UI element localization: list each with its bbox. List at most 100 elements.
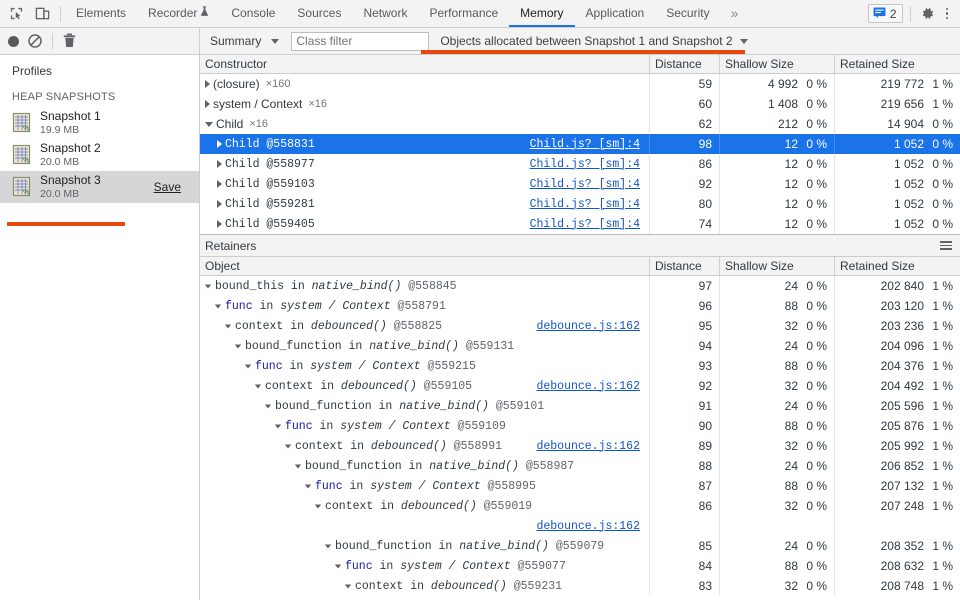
chevron-right-icon[interactable] — [217, 180, 222, 188]
table-row[interactable]: Child @559405Child.js? [sm]:474120 %1 05… — [200, 214, 960, 234]
retainer-key: bound_function — [335, 540, 432, 553]
shallow-size-percent: 0 % — [798, 399, 834, 413]
issues-badge[interactable]: 2 — [868, 4, 903, 23]
table-row[interactable]: context in debounced() @558991debounce.j… — [200, 436, 960, 456]
tab-recorder[interactable]: Recorder — [137, 0, 220, 27]
source-link[interactable]: debounce.js:162 — [536, 440, 640, 453]
tab-console[interactable]: Console — [220, 0, 286, 27]
snapshot-item-3[interactable]: % Snapshot 3 20.0 MB Save — [0, 171, 199, 203]
no-entry-icon[interactable] — [28, 34, 42, 48]
tab-performance[interactable]: Performance — [418, 0, 509, 27]
table-row[interactable]: func in system / Context @55879196880 %2… — [200, 296, 960, 316]
column-header-shallow-size[interactable]: Shallow Size — [720, 55, 835, 73]
snapshot-item-2[interactable]: % Snapshot 2 20.0 MB — [0, 139, 199, 171]
more-vertical-icon[interactable] — [940, 8, 955, 20]
source-link[interactable]: debounce.js:162 — [536, 520, 640, 533]
chevron-down-icon[interactable] — [235, 344, 241, 348]
column-header-distance[interactable]: Distance — [650, 257, 720, 275]
tab-network[interactable]: Network — [352, 0, 418, 27]
snapshot-item-1[interactable]: % Snapshot 1 19.9 MB — [0, 107, 199, 139]
column-header-constructor[interactable]: Constructor — [200, 55, 650, 73]
tab-sources[interactable]: Sources — [286, 0, 352, 27]
more-tabs-button[interactable]: » — [721, 0, 749, 27]
chevron-down-icon[interactable] — [215, 304, 221, 308]
source-link[interactable]: debounce.js:162 — [536, 380, 640, 393]
class-filter-input[interactable] — [291, 32, 429, 51]
tab-elements[interactable]: Elements — [65, 0, 137, 27]
table-row[interactable]: system / Context×16601 4080 %219 6561 % — [200, 94, 960, 114]
table-row[interactable]: bound_function in native_bind() @5591319… — [200, 336, 960, 356]
chevron-right-icon[interactable] — [217, 160, 222, 168]
table-row[interactable]: bound_function in native_bind() @5591019… — [200, 396, 960, 416]
shallow-size-percent: 0 % — [798, 97, 834, 111]
chevron-down-icon[interactable] — [315, 504, 321, 508]
hamburger-icon[interactable] — [940, 241, 952, 250]
record-circle-icon[interactable] — [8, 36, 19, 47]
source-link[interactable]: debounce.js:162 — [536, 320, 640, 333]
table-row[interactable]: context in debounced() @55923183320 %208… — [200, 576, 960, 596]
table-row[interactable]: context in debounced() @559019debounce.j… — [200, 496, 960, 536]
source-link[interactable]: Child.js? [sm]:4 — [530, 158, 640, 171]
chevron-down-icon[interactable] — [345, 584, 351, 588]
save-snapshot-button[interactable]: Save — [154, 180, 191, 194]
chevron-down-icon[interactable] — [205, 284, 211, 288]
chevron-down-icon[interactable] — [285, 444, 291, 448]
tab-security[interactable]: Security — [655, 0, 720, 27]
source-link[interactable]: Child.js? [sm]:4 — [530, 138, 640, 151]
source-link[interactable]: Child.js? [sm]:4 — [530, 178, 640, 191]
table-row[interactable]: Child×16622120 %14 9040 % — [200, 114, 960, 134]
column-header-retained-size[interactable]: Retained Size — [835, 55, 960, 73]
table-row[interactable]: Child @558977Child.js? [sm]:486120 %1 05… — [200, 154, 960, 174]
view-mode-select[interactable]: Summary — [208, 34, 283, 48]
chevron-right-icon[interactable] — [217, 140, 222, 148]
constructor-grid-rows: (closure)×160594 9920 %219 7721 %system … — [200, 74, 960, 234]
table-row[interactable]: func in system / Context @55907784880 %2… — [200, 556, 960, 576]
chevron-down-icon[interactable] — [245, 364, 251, 368]
inspect-element-icon[interactable] — [6, 4, 26, 24]
chevron-down-icon[interactable] — [265, 404, 271, 408]
table-row[interactable]: func in system / Context @55899587880 %2… — [200, 476, 960, 496]
chevron-right-icon[interactable] — [217, 200, 222, 208]
source-link[interactable]: Child.js? [sm]:4 — [530, 198, 640, 211]
shallow-size-cell: 120 % — [720, 214, 835, 234]
table-row[interactable]: bound_function in native_bind() @5590798… — [200, 536, 960, 556]
table-row[interactable]: Child @559103Child.js? [sm]:492120 %1 05… — [200, 174, 960, 194]
chevron-down-icon[interactable] — [225, 324, 231, 328]
chevron-down-icon[interactable] — [325, 544, 331, 548]
trash-icon[interactable] — [63, 33, 77, 49]
source-link[interactable]: Child.js? [sm]:4 — [530, 218, 640, 231]
device-toolbar-icon[interactable] — [32, 4, 52, 24]
chevron-down-icon[interactable] — [305, 484, 311, 488]
table-row[interactable]: Child @559281Child.js? [sm]:480120 %1 05… — [200, 194, 960, 214]
table-row[interactable]: bound_function in native_bind() @5589878… — [200, 456, 960, 476]
column-header-distance[interactable]: Distance — [650, 55, 720, 73]
snapshot-range-select[interactable]: Objects allocated between Snapshot 1 and… — [440, 34, 747, 48]
table-row[interactable]: func in system / Context @55921593880 %2… — [200, 356, 960, 376]
chevron-down-icon[interactable] — [295, 464, 301, 468]
table-row[interactable]: bound_this in native_bind() @55884597240… — [200, 276, 960, 296]
chevron-down-icon[interactable] — [205, 122, 213, 127]
table-row[interactable]: context in debounced() @559105debounce.j… — [200, 376, 960, 396]
chevron-down-icon[interactable] — [275, 424, 281, 428]
object-cell: bound_function in native_bind() @559101 — [200, 396, 650, 416]
tab-application[interactable]: Application — [575, 0, 656, 27]
column-header-object[interactable]: Object — [200, 257, 650, 275]
chevron-right-icon[interactable] — [217, 220, 222, 228]
chevron-right-icon[interactable] — [205, 80, 210, 88]
table-row[interactable]: Child @558831Child.js? [sm]:498120 %1 05… — [200, 134, 960, 154]
column-header-retained-size[interactable]: Retained Size — [835, 257, 960, 275]
chevron-down-icon[interactable] — [255, 384, 261, 388]
table-row[interactable]: func in system / Context @55910990880 %2… — [200, 416, 960, 436]
devtools-tabbar: Elements Recorder Console Sources Networ… — [0, 0, 960, 28]
shallow-size-percent: 0 % — [798, 137, 834, 151]
constructor-name: Child @558977 — [225, 158, 315, 171]
table-row[interactable]: context in debounced() @558825debounce.j… — [200, 316, 960, 336]
retained-size-cell: 204 0961 % — [835, 336, 960, 356]
chevron-down-icon[interactable] — [335, 564, 341, 568]
tab-memory[interactable]: Memory — [509, 0, 574, 27]
shallow-size-cell: 320 % — [720, 316, 835, 336]
gear-icon[interactable] — [918, 4, 938, 24]
table-row[interactable]: (closure)×160594 9920 %219 7721 % — [200, 74, 960, 94]
chevron-right-icon[interactable] — [205, 100, 210, 108]
column-header-shallow-size[interactable]: Shallow Size — [720, 257, 835, 275]
